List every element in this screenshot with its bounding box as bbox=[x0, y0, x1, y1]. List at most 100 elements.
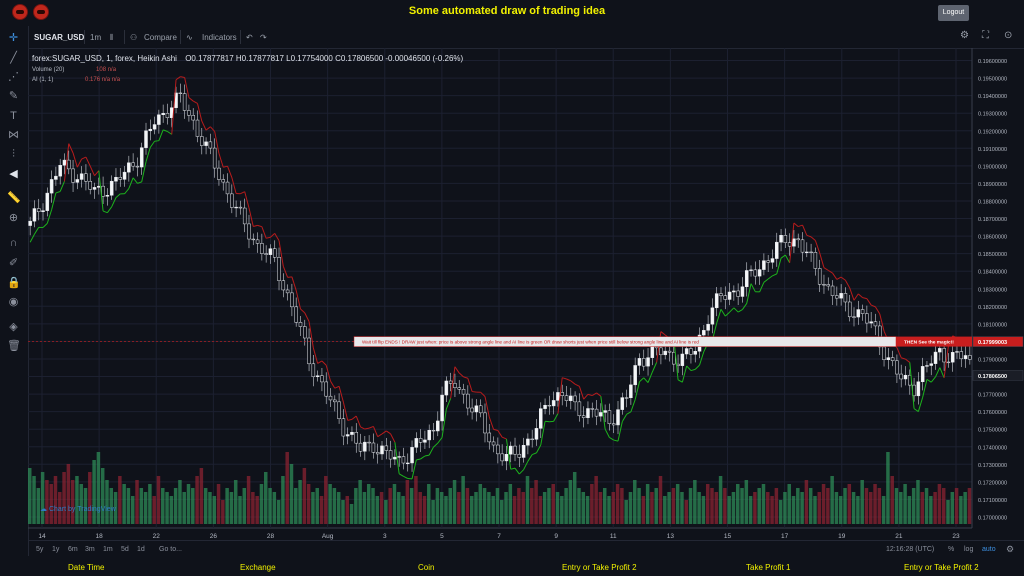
volume-bar bbox=[963, 492, 967, 524]
undo-icon[interactable]: ↶ bbox=[246, 33, 253, 42]
settings-icon[interactable]: ⚙ bbox=[960, 30, 969, 41]
compare-button[interactable]: Compare bbox=[144, 33, 177, 42]
candle-body bbox=[955, 351, 959, 353]
candle-body bbox=[217, 167, 221, 180]
ai-line-segment bbox=[274, 233, 280, 241]
percent-toggle[interactable]: % bbox=[948, 546, 954, 553]
range-5y[interactable]: 5y bbox=[36, 546, 43, 553]
volume-bar bbox=[409, 488, 414, 524]
candle-body bbox=[710, 307, 715, 325]
layers-icon[interactable]: ◈ bbox=[7, 321, 20, 334]
footer-entry-tp2-right: Entry or Take Profit 2 bbox=[904, 563, 979, 572]
candle-body bbox=[45, 192, 50, 211]
volume-bar bbox=[736, 484, 740, 524]
volume-bar bbox=[860, 480, 864, 524]
volume-bar bbox=[457, 492, 461, 524]
range-1y[interactable]: 1y bbox=[52, 546, 59, 553]
ai-line-segment bbox=[472, 391, 477, 393]
range-6m[interactable]: 6m bbox=[68, 546, 78, 553]
trend-line-icon[interactable]: ╱ bbox=[7, 52, 20, 65]
y-tick-label: 0.18700000 bbox=[978, 217, 1007, 223]
legend-symbol[interactable]: forex:SUGAR_USD, 1, forex, Heikin Ashi bbox=[32, 54, 177, 63]
prediction-icon[interactable]: ⫶ bbox=[7, 148, 20, 161]
candle-body bbox=[727, 291, 732, 300]
auto-toggle[interactable]: auto bbox=[982, 546, 996, 553]
candle-body bbox=[736, 290, 740, 297]
candle-body bbox=[852, 316, 856, 318]
logout-button[interactable]: Logout bbox=[938, 5, 969, 21]
volume-bar bbox=[620, 488, 624, 524]
ruler-icon[interactable]: 📏 bbox=[7, 192, 21, 205]
lock-icon[interactable]: 🔒 bbox=[7, 277, 21, 290]
volume-bar bbox=[778, 500, 783, 524]
range-3m[interactable]: 3m bbox=[85, 546, 95, 553]
volume-bar bbox=[645, 484, 650, 524]
candle-body bbox=[732, 290, 736, 293]
ai-line-segment bbox=[604, 428, 610, 438]
candle-body bbox=[539, 408, 543, 429]
candle-body bbox=[770, 258, 775, 263]
volume-bar bbox=[504, 492, 508, 524]
eye-icon[interactable]: ◉ bbox=[7, 296, 20, 309]
ai-line-segment bbox=[300, 308, 306, 314]
redo-icon[interactable]: ↷ bbox=[260, 33, 267, 42]
candle-body bbox=[238, 206, 243, 209]
volume-bar bbox=[392, 484, 397, 524]
back-arrow-icon[interactable]: ◀ bbox=[7, 168, 20, 181]
brush-icon[interactable]: ✎ bbox=[7, 90, 20, 103]
ai-line-segment bbox=[304, 312, 310, 322]
candle-body bbox=[157, 114, 161, 125]
range-1m[interactable]: 1m bbox=[103, 546, 113, 553]
pattern-icon[interactable]: ⋈ bbox=[7, 129, 20, 142]
goto-button[interactable]: Go to... bbox=[159, 546, 182, 553]
legend-volume[interactable]: Volume (20) bbox=[32, 67, 64, 73]
symbol-search[interactable]: SUGAR_USD bbox=[34, 33, 84, 42]
fullscreen-icon[interactable]: ⛶ bbox=[982, 30, 989, 41]
fib-icon[interactable]: ⋰ bbox=[7, 71, 20, 84]
scale-settings-icon[interactable]: ⚙ bbox=[1006, 544, 1014, 555]
legend-ai[interactable]: AI (1, 1) bbox=[32, 77, 53, 83]
volume-bar bbox=[130, 496, 135, 524]
volume-bar bbox=[276, 500, 281, 524]
range-5d[interactable]: 5d bbox=[121, 546, 129, 553]
stay-drawing-icon[interactable]: ✐ bbox=[7, 257, 20, 270]
volume-bar bbox=[761, 484, 766, 524]
candle-body bbox=[221, 179, 225, 183]
compare-icon[interactable]: ⚇ bbox=[130, 33, 137, 42]
volume-bar bbox=[461, 476, 465, 524]
zoom-icon[interactable]: ⊕ bbox=[7, 212, 20, 225]
volume-bar bbox=[560, 496, 564, 524]
volume-bar bbox=[551, 484, 555, 524]
ai-line-segment bbox=[626, 411, 632, 415]
bar-style-icon[interactable]: ⫴ bbox=[110, 33, 113, 43]
crosshair-icon[interactable]: ✛ bbox=[7, 32, 20, 45]
interval-button[interactable]: 1m bbox=[90, 33, 101, 42]
price-chart[interactable]: 0.19600000 0.19500000 0.19400000 0.19300000… bbox=[28, 48, 1024, 540]
volume-bar bbox=[431, 500, 435, 524]
ai-line-segment bbox=[244, 191, 250, 209]
tradingview-watermark[interactable]: ☁ Chart by TradingView bbox=[40, 505, 116, 513]
volume-bar bbox=[929, 496, 933, 524]
chart-area[interactable]: 0.19600000 0.19500000 0.19400000 0.19300000… bbox=[28, 48, 1024, 556]
ai-line-segment bbox=[227, 166, 233, 178]
ai-line-segment bbox=[257, 224, 263, 228]
volume-bar bbox=[281, 476, 285, 524]
volume-bar bbox=[890, 476, 894, 524]
indicators-button[interactable]: Indicators bbox=[202, 33, 237, 42]
candle-body bbox=[680, 353, 685, 366]
trash-icon[interactable]: 🗑 bbox=[7, 340, 21, 353]
candle-body bbox=[843, 293, 848, 303]
candle-body bbox=[616, 409, 620, 426]
log-toggle[interactable]: log bbox=[964, 546, 973, 553]
volume-bar bbox=[851, 492, 856, 524]
indicators-icon[interactable]: ∿ bbox=[186, 33, 193, 42]
text-icon[interactable]: T bbox=[7, 110, 20, 123]
candle-body bbox=[204, 141, 208, 146]
candle-body bbox=[753, 269, 758, 277]
range-1d[interactable]: 1d bbox=[137, 546, 145, 553]
volume-bar bbox=[744, 480, 749, 524]
candle-body bbox=[611, 423, 616, 426]
y-tick-label: 0.17000000 bbox=[978, 515, 1007, 521]
camera-icon[interactable]: ⊙ bbox=[1004, 30, 1012, 41]
magnet-icon[interactable]: ∩ bbox=[7, 237, 20, 250]
